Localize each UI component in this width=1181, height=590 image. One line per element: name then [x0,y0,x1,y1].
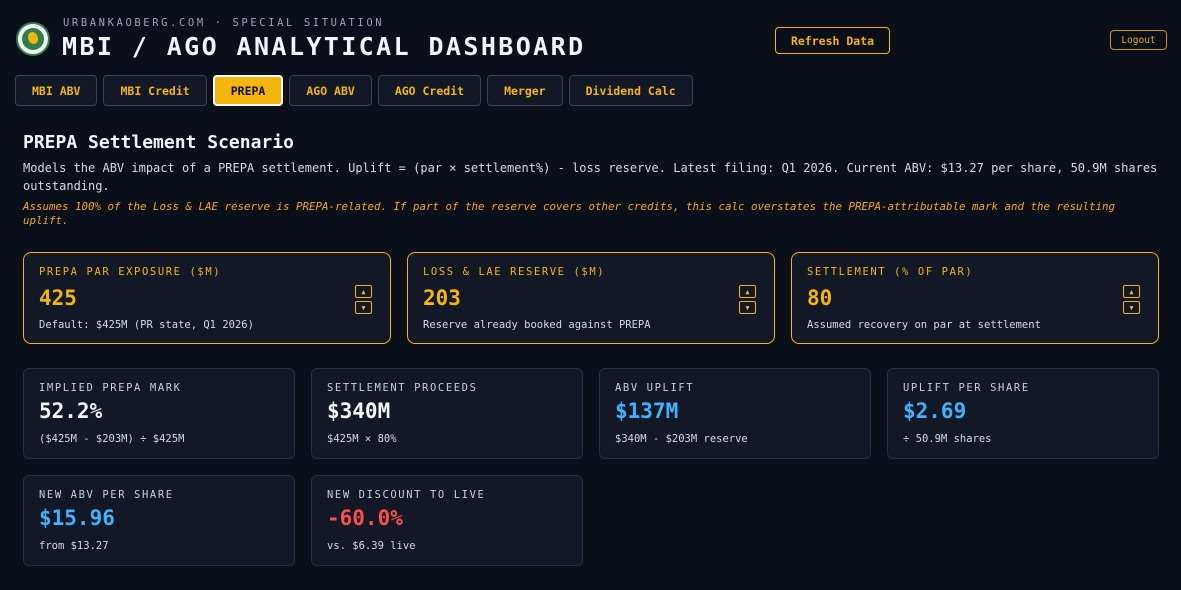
metric-abv-uplift: ABV UPLIFT $137M $340M - $203M reserve [599,368,871,459]
metric-value: $2.69 [903,399,967,423]
metric-formula: ($425M - $203M) ÷ $425M [39,433,185,445]
tab-merger[interactable]: Merger [487,75,563,106]
metric-formula: $425M × 80% [327,433,397,445]
metric-settlement-proceeds: SETTLEMENT PROCEEDS $340M $425M × 80% [311,368,583,459]
metric-uplift-per-share: UPLIFT PER SHARE $2.69 ÷ 50.9M shares [887,368,1159,459]
increment-icon[interactable]: ▲ [1123,285,1140,298]
decrement-icon[interactable]: ▼ [739,301,756,314]
logo-emblem-icon [22,28,44,50]
input-label: PREPA PAR EXPOSURE ($M) [39,266,222,278]
increment-icon[interactable]: ▲ [355,285,372,298]
settlement-pct-input[interactable]: 80 [807,286,832,310]
metric-new-discount-to-live: NEW DISCOUNT TO LIVE -60.0% vs. $6.39 li… [311,475,583,566]
settlement-pct-stepper: ▲ ▼ [1123,285,1140,314]
metric-value: $137M [615,399,679,423]
metric-label: UPLIFT PER SHARE [903,382,1030,394]
metric-label: ABV UPLIFT [615,382,695,394]
metric-formula: ÷ 50.9M shares [903,433,992,445]
tab-prepa[interactable]: PREPA [212,75,284,106]
metric-value: 52.2% [39,399,103,423]
input-card-loss-reserve: LOSS & LAE RESERVE ($M) 203 Reserve alre… [407,252,775,344]
decrement-icon[interactable]: ▼ [1123,301,1140,314]
metric-label: SETTLEMENT PROCEEDS [327,382,478,394]
input-hint: Default: $425M (PR state, Q1 2026) [39,319,254,331]
input-card-par-exposure: PREPA PAR EXPOSURE ($M) 425 Default: $42… [23,252,391,344]
tab-mbi-abv[interactable]: MBI ABV [15,75,98,106]
tab-dividend-calc[interactable]: Dividend Calc [568,75,693,106]
input-hint: Reserve already booked against PREPA [423,319,651,331]
increment-icon[interactable]: ▲ [739,285,756,298]
section-title: PREPA Settlement Scenario [23,132,294,153]
site-logo [16,22,50,56]
metric-formula: from $13.27 [39,540,109,552]
metric-value: -60.0% [327,506,403,530]
input-label: SETTLEMENT (% OF PAR) [807,266,974,278]
page-title: MBI / AGO ANALYTICAL DASHBOARD [62,32,586,61]
header-kicker: URBANKAOBERG.COM · SPECIAL SITUATION [63,17,385,29]
refresh-data-button[interactable]: Refresh Data [775,27,890,54]
decrement-icon[interactable]: ▼ [355,301,372,314]
metric-value: $340M [327,399,391,423]
input-label: LOSS & LAE RESERVE ($M) [423,266,606,278]
input-hint: Assumed recovery on par at settlement [807,319,1041,331]
metric-new-abv-per-share: NEW ABV PER SHARE $15.96 from $13.27 [23,475,295,566]
tab-bar: MBI ABV MBI Credit PREPA AGO ABV AGO Cre… [15,75,693,106]
loss-reserve-input[interactable]: 203 [423,286,461,310]
section-description: Models the ABV impact of a PREPA settlem… [23,161,1158,193]
metric-formula: vs. $6.39 live [327,540,416,552]
metric-label: IMPLIED PREPA MARK [39,382,182,394]
tab-ago-abv[interactable]: AGO ABV [289,75,372,106]
metric-implied-prepa-mark: IMPLIED PREPA MARK 52.2% ($425M - $203M)… [23,368,295,459]
tab-ago-credit[interactable]: AGO Credit [377,75,482,106]
logout-button[interactable]: Logout [1110,30,1167,50]
metric-label: NEW ABV PER SHARE [39,489,174,501]
par-exposure-stepper: ▲ ▼ [355,285,372,314]
tab-mbi-credit[interactable]: MBI Credit [103,75,207,106]
input-card-settlement-pct: SETTLEMENT (% OF PAR) 80 Assumed recover… [791,252,1159,344]
metric-value: $15.96 [39,506,115,530]
metric-formula: $340M - $203M reserve [615,433,748,445]
assumption-note: Assumes 100% of the Loss & LAE reserve i… [23,200,1116,227]
par-exposure-input[interactable]: 425 [39,286,77,310]
metric-label: NEW DISCOUNT TO LIVE [327,489,486,501]
loss-reserve-stepper: ▲ ▼ [739,285,756,314]
